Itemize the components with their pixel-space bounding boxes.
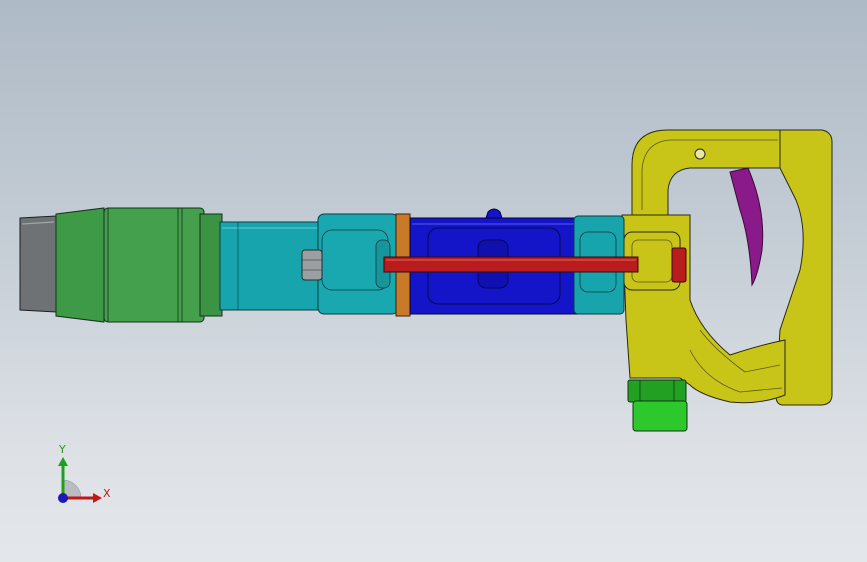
valve-knob[interactable] [485, 208, 503, 219]
pivot-pin[interactable] [694, 148, 706, 160]
y-axis-label: Y [59, 443, 66, 456]
z-axis-dot [58, 493, 68, 503]
x-axis-label: X [103, 487, 111, 500]
handle[interactable] [621, 129, 833, 406]
air-inlet-fitting[interactable] [627, 379, 688, 432]
chisel-tip[interactable] [19, 215, 57, 313]
orientation-triad: Y X [40, 440, 120, 520]
tie-rod-nut-rear[interactable] [671, 247, 687, 283]
tie-rod-nut-front[interactable] [301, 249, 323, 281]
barrel[interactable] [219, 213, 399, 315]
graphics-viewport[interactable]: Y X [0, 0, 867, 562]
front-sleeve[interactable] [55, 207, 223, 323]
hammer-model[interactable] [0, 0, 867, 562]
trigger-lever[interactable] [729, 167, 764, 287]
